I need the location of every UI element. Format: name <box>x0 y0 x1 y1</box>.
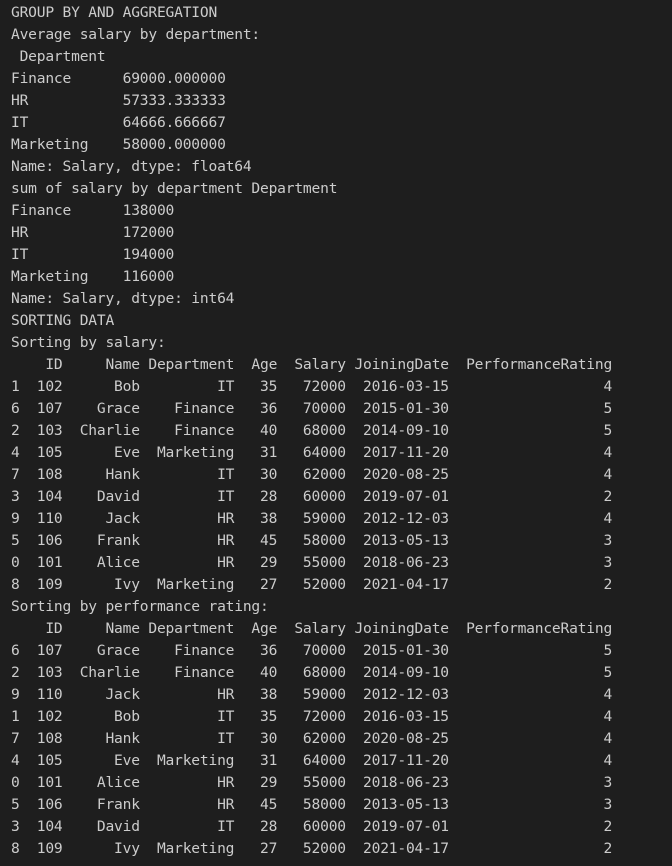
line-avg-marketing: Marketing 58000.000000 <box>11 136 226 153</box>
terminal-output[interactable]: GROUP BY AND AGGREGATION Average salary … <box>0 0 672 866</box>
line-avg-dtype: Name: Salary, dtype: float64 <box>11 158 252 175</box>
line-sum-hr: HR 172000 <box>11 224 175 241</box>
table-row: 1 102 Bob IT 35 72000 2016-03-15 4 <box>11 708 613 725</box>
line-department-index-label: Department <box>11 48 106 65</box>
line-average-salary-title: Average salary by department: <box>11 26 260 43</box>
table-row: 8 109 Ivy Marketing 27 52000 2021-04-17 … <box>11 576 613 593</box>
table-row: 6 107 Grace Finance 36 70000 2015-01-30 … <box>11 642 613 659</box>
line-avg-it: IT 64666.666667 <box>11 114 226 131</box>
table-row: 0 101 Alice HR 29 55000 2018-06-23 3 <box>11 554 613 571</box>
table-row: 2 103 Charlie Finance 40 68000 2014-09-1… <box>11 664 613 681</box>
table-header-row: ID Name Department Age Salary JoiningDat… <box>11 620 613 637</box>
table-row: 4 105 Eve Marketing 31 64000 2017-11-20 … <box>11 752 613 769</box>
table-row: 1 102 Bob IT 35 72000 2016-03-15 4 <box>11 378 613 395</box>
line-sum-it: IT 194000 <box>11 246 175 263</box>
line-avg-finance: Finance 69000.000000 <box>11 70 226 87</box>
table-row: 8 109 Ivy Marketing 27 52000 2021-04-17 … <box>11 840 613 857</box>
table-header-row: ID Name Department Age Salary JoiningDat… <box>11 356 613 373</box>
table-row: 7 108 Hank IT 30 62000 2020-08-25 4 <box>11 466 613 483</box>
table-row: 6 107 Grace Finance 36 70000 2015-01-30 … <box>11 400 613 417</box>
line-sum-dtype: Name: Salary, dtype: int64 <box>11 290 235 307</box>
line-sorting-header: SORTING DATA <box>11 312 115 329</box>
line-sum-salary-title: sum of salary by department Department <box>11 180 338 197</box>
line-sum-finance: Finance 138000 <box>11 202 175 219</box>
table-row: 3 104 David IT 28 60000 2019-07-01 2 <box>11 488 613 505</box>
line-groupby-header: GROUP BY AND AGGREGATION <box>11 4 218 21</box>
line-sum-marketing: Marketing 116000 <box>11 268 175 285</box>
table-row: 9 110 Jack HR 38 59000 2012-12-03 4 <box>11 510 613 527</box>
table-row: 9 110 Jack HR 38 59000 2012-12-03 4 <box>11 686 613 703</box>
table-row: 5 106 Frank HR 45 58000 2013-05-13 3 <box>11 532 613 549</box>
table-row: 0 101 Alice HR 29 55000 2018-06-23 3 <box>11 774 613 791</box>
table-row: 5 106 Frank HR 45 58000 2013-05-13 3 <box>11 796 613 813</box>
table-row: 3 104 David IT 28 60000 2019-07-01 2 <box>11 818 613 835</box>
table-row: 7 108 Hank IT 30 62000 2020-08-25 4 <box>11 730 613 747</box>
line-avg-hr: HR 57333.333333 <box>11 92 226 109</box>
line-sort-performance-title: Sorting by performance rating: <box>11 598 269 615</box>
table-row: 2 103 Charlie Finance 40 68000 2014-09-1… <box>11 422 613 439</box>
table-row: 4 105 Eve Marketing 31 64000 2017-11-20 … <box>11 444 613 461</box>
line-sort-salary-title: Sorting by salary: <box>11 334 166 351</box>
